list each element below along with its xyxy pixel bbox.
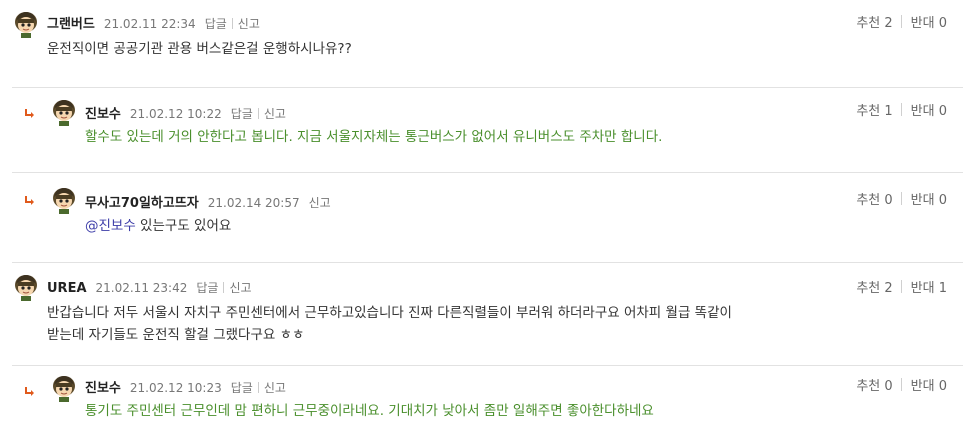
report-button[interactable]: 신고 xyxy=(264,379,286,396)
comment-nickname[interactable]: 진보수 xyxy=(85,103,121,122)
comment-body-text: 있는구도 있어요 xyxy=(135,218,232,234)
reply-comment: 진보수 21.02.12 10:22 답글 신고 추천 1 반대 0 할수도 있… xyxy=(0,88,963,172)
report-button[interactable]: 신고 xyxy=(229,279,251,296)
reply-button[interactable]: 답글 xyxy=(231,379,253,396)
avatar-icon[interactable] xyxy=(50,374,78,402)
downvote-button[interactable]: 반대 0 xyxy=(911,12,947,31)
upvote-button[interactable]: 추천 0 xyxy=(856,189,892,208)
divider xyxy=(900,280,902,293)
comment-nickname[interactable]: 무사고70일하고뜨자 xyxy=(85,192,199,211)
comment-body: 운전직이면 공공기관 관용 버스같은걸 운행하시나유?? xyxy=(47,41,352,57)
report-button[interactable]: 신고 xyxy=(309,194,331,211)
divider xyxy=(900,15,902,28)
divider xyxy=(900,378,902,391)
comment-body-line: 반갑습니다 저두 서울시 자치구 주민센터에서 근무하고있습니다 진짜 다른직렬… xyxy=(47,305,732,321)
comment-body: 할수도 있는데 거의 안한다고 봅니다. 지금 서울지자체는 통근버스가 없어서… xyxy=(85,129,663,145)
downvote-button[interactable]: 반대 0 xyxy=(911,375,947,394)
comment-nickname[interactable]: 그랜버드 xyxy=(47,13,95,32)
upvote-button[interactable]: 추천 2 xyxy=(856,12,892,31)
comment-body-line: 받는데 자기들도 운전직 할걸 그랬다구요 ㅎㅎ xyxy=(47,327,305,343)
comment-datetime: 21.02.12 10:23 xyxy=(129,381,222,395)
comment-body: @진보수 있는구도 있어요 xyxy=(85,215,231,237)
downvote-button[interactable]: 반대 0 xyxy=(911,189,947,208)
reply-button[interactable]: 답글 xyxy=(231,105,253,122)
report-button[interactable]: 신고 xyxy=(264,105,286,122)
divider xyxy=(900,103,902,116)
divider xyxy=(231,18,233,29)
comment-nickname[interactable]: 진보수 xyxy=(85,377,121,396)
divider xyxy=(257,108,259,119)
comment-datetime: 21.02.11 22:34 xyxy=(103,17,196,31)
comment-body: 통기도 주민센터 근무인데 맘 편하니 근무중이라네요. 기대치가 낮아서 좀만… xyxy=(85,403,654,419)
upvote-button[interactable]: 추천 2 xyxy=(856,277,892,296)
divider xyxy=(257,382,259,393)
avatar-icon[interactable] xyxy=(12,273,40,301)
reply-arrow-icon xyxy=(24,195,36,207)
reply-comment: 무사고70일하고뜨자 21.02.14 20:57 신고 추천 0 반대 0 @… xyxy=(0,173,963,262)
comment-body: 반갑습니다 저두 서울시 자치구 주민센터에서 근무하고있습니다 진짜 다른직렬… xyxy=(47,302,732,346)
comment: UREA 21.02.11 23:42 답글 신고 추천 2 반대 1 반갑습니… xyxy=(0,263,963,365)
comment-datetime: 21.02.14 20:57 xyxy=(207,196,300,210)
reply-comment: 진보수 21.02.12 10:23 답글 신고 추천 0 반대 0 통기도 주… xyxy=(0,366,963,443)
upvote-button[interactable]: 추천 0 xyxy=(856,375,892,394)
upvote-button[interactable]: 추천 1 xyxy=(856,100,892,119)
avatar-icon[interactable] xyxy=(50,98,78,126)
comment-nickname[interactable]: UREA xyxy=(47,281,87,296)
reply-arrow-icon xyxy=(24,386,36,398)
comment-datetime: 21.02.12 10:22 xyxy=(129,107,222,121)
reply-arrow-icon xyxy=(24,108,36,120)
divider xyxy=(223,282,225,293)
reply-button[interactable]: 답글 xyxy=(196,279,218,296)
divider xyxy=(900,192,902,205)
avatar-icon[interactable] xyxy=(50,186,78,214)
comment: 그랜버드 21.02.11 22:34 답글 신고 추천 2 반대 0 운전직이… xyxy=(0,0,963,87)
downvote-button[interactable]: 반대 0 xyxy=(911,100,947,119)
report-button[interactable]: 신고 xyxy=(238,15,260,32)
comment-datetime: 21.02.11 23:42 xyxy=(95,281,188,295)
avatar-icon[interactable] xyxy=(12,10,40,38)
mention-link[interactable]: @진보수 xyxy=(85,218,136,234)
downvote-button[interactable]: 반대 1 xyxy=(911,277,947,296)
reply-button[interactable]: 답글 xyxy=(205,15,227,32)
